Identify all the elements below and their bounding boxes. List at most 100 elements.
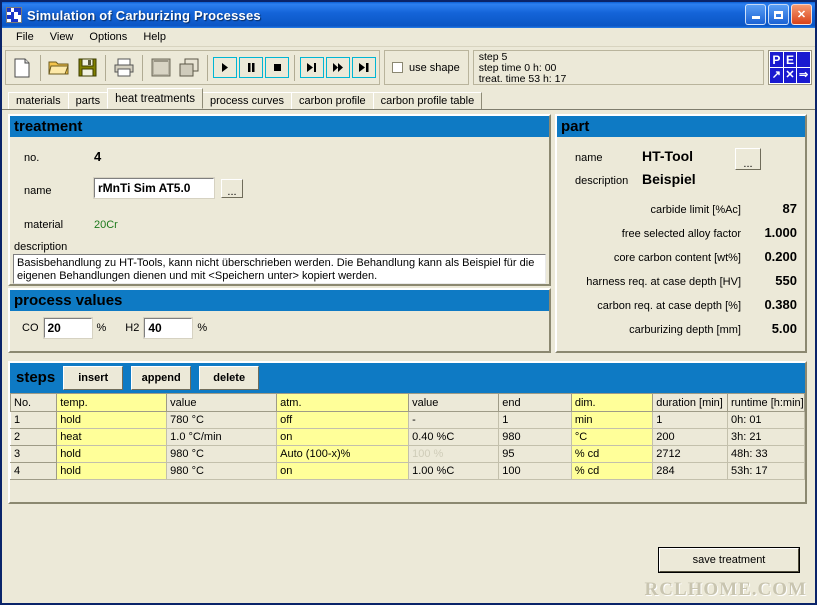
part-browse-button[interactable]: ... <box>735 148 761 170</box>
part-row-label: free selected alloy factor <box>621 228 741 240</box>
steps-title: steps <box>16 369 56 386</box>
toolbar-separator <box>142 54 143 81</box>
cell-end[interactable]: 980 <box>498 428 572 446</box>
part-row-value: 5.00 <box>771 321 797 336</box>
append-step-button[interactable]: append <box>131 365 192 390</box>
tab-heat-treatments[interactable]: heat treatments <box>107 88 203 109</box>
table-row[interactable]: 3 hold 980 °C Auto (100-x)% 100 % 95 % c… <box>9 445 806 463</box>
cell-temp-value[interactable]: 980 °C <box>166 462 278 480</box>
part-row: core carbon content [wt%] 0.200 <box>557 249 805 264</box>
new-file-button[interactable] <box>9 54 35 81</box>
part-row-label: carbide limit [%Ac] <box>650 204 741 216</box>
table-row[interactable]: 1 hold 780 °C off - 1 min 1 0h: 01 <box>9 411 806 429</box>
toolbar-separator <box>105 54 106 81</box>
steps-panel: steps insert append delete No. temp. val… <box>8 361 807 504</box>
part-row-value: 550 <box>775 273 797 288</box>
col-runtime: runtime [h:min] <box>726 393 806 412</box>
cell-no: 4 <box>9 462 58 480</box>
tab-carbon-profile[interactable]: carbon profile <box>290 92 374 109</box>
cell-temp-value[interactable]: 780 °C <box>166 411 278 429</box>
cell-duration: 284 <box>652 462 728 480</box>
col-end: end <box>498 393 572 412</box>
h2-input[interactable] <box>143 317 194 339</box>
use-shape-label: use shape <box>409 61 460 74</box>
save-treatment-button[interactable]: save treatment <box>658 547 800 573</box>
cell-dim[interactable]: % cd <box>570 462 654 480</box>
close-button[interactable]: ✕ <box>791 4 812 25</box>
cell-atm[interactable]: on <box>276 428 410 446</box>
cell-duration: 200 <box>652 428 728 446</box>
part-row-value: 87 <box>782 201 797 216</box>
menu-item-view[interactable]: View <box>42 30 82 44</box>
treatment-no-value: 4 <box>94 149 102 164</box>
cell-no: 3 <box>9 445 58 463</box>
menu-item-options[interactable]: Options <box>81 30 135 44</box>
co-input[interactable] <box>42 317 93 339</box>
open-file-button[interactable] <box>46 54 72 81</box>
tab-parts[interactable]: parts <box>67 92 109 109</box>
part-panel: part name HT-Tool ... description Beispi… <box>555 114 807 353</box>
print-button[interactable] <box>111 54 137 81</box>
cell-dim[interactable]: min <box>570 411 654 429</box>
fast-forward-button[interactable] <box>326 57 350 78</box>
cell-temp[interactable]: hold <box>56 411 168 429</box>
cell-atm-value[interactable]: 1.00 %C <box>408 462 500 480</box>
cell-atm-value[interactable]: 0.40 %C <box>408 428 500 446</box>
save-file-button[interactable] <box>74 54 100 81</box>
title-bar: Simulation of Carburizing Processes ✕ <box>2 2 815 28</box>
pause-button[interactable] <box>239 57 263 78</box>
table-row[interactable]: 2 heat 1.0 °C/min on 0.40 %C 980 °C 200 … <box>9 428 806 446</box>
treatment-name-input[interactable] <box>93 177 215 199</box>
cell-runtime: 48h: 33 <box>726 445 806 463</box>
part-panel-header: part <box>557 116 805 137</box>
cell-atm[interactable]: off <box>276 411 410 429</box>
toolbar-separator <box>40 54 41 81</box>
menu-item-help[interactable]: Help <box>135 30 174 44</box>
cell-temp[interactable]: heat <box>56 428 168 446</box>
part-description-label: description <box>575 175 629 187</box>
use-shape-checkbox[interactable] <box>392 62 403 73</box>
maximize-button[interactable] <box>768 4 789 25</box>
part-row-label: core carbon content [wt%] <box>613 252 741 264</box>
treatment-name-label: name <box>24 185 52 197</box>
cell-atm-value[interactable]: - <box>408 411 500 429</box>
cell-end[interactable]: 95 <box>498 445 572 463</box>
use-shape-control[interactable]: use shape <box>384 50 469 85</box>
cell-temp[interactable]: hold <box>56 445 168 463</box>
treatment-description-text[interactable]: Basisbehandlung zu HT-Tools, kann nicht … <box>13 254 546 284</box>
step-forward-button[interactable] <box>300 57 324 78</box>
cell-temp-value[interactable]: 980 °C <box>166 445 278 463</box>
copy-window-button[interactable] <box>148 54 174 81</box>
cell-runtime: 3h: 21 <box>726 428 806 446</box>
process-values-panel: process values CO % H2 % <box>8 288 551 353</box>
delete-step-button[interactable]: delete <box>199 365 260 390</box>
steps-header-row: No. temp. value atm. value end dim. dura… <box>9 393 806 412</box>
cell-end[interactable]: 100 <box>498 462 572 480</box>
part-row-value: 0.380 <box>764 297 797 312</box>
tab-process-curves[interactable]: process curves <box>202 92 292 109</box>
tab-materials[interactable]: materials <box>8 92 69 109</box>
cell-temp[interactable]: hold <box>56 462 168 480</box>
skip-end-button[interactable] <box>352 57 376 78</box>
cell-end[interactable]: 1 <box>498 411 572 429</box>
cell-atm-value: 100 % <box>408 445 500 463</box>
stop-button[interactable] <box>265 57 289 78</box>
col-temp: temp. <box>56 393 168 412</box>
cell-dim[interactable]: °C <box>570 428 654 446</box>
insert-step-button[interactable]: insert <box>63 365 124 390</box>
company-logo-icon: P E ↗ ✕ ⇒ <box>768 50 812 85</box>
play-button[interactable] <box>213 57 237 78</box>
part-row: harness req. at case depth [HV] 550 <box>557 273 805 288</box>
co-unit: % <box>96 322 107 334</box>
cell-dim[interactable]: % cd <box>570 445 654 463</box>
minimize-button[interactable] <box>745 4 766 25</box>
duplicate-button[interactable] <box>176 54 202 81</box>
cell-atm[interactable]: Auto (100-x)% <box>276 445 410 463</box>
menu-item-file[interactable]: File <box>8 30 42 44</box>
part-name-value: HT-Tool <box>642 148 694 164</box>
tab-carbon-profile-table[interactable]: carbon profile table <box>372 92 483 109</box>
cell-temp-value[interactable]: 1.0 °C/min <box>166 428 278 446</box>
treatment-name-browse-button[interactable]: ... <box>221 179 243 198</box>
cell-atm[interactable]: on <box>276 462 410 480</box>
table-row[interactable]: 4 hold 980 °C on 1.00 %C 100 % cd 284 53… <box>9 462 806 480</box>
